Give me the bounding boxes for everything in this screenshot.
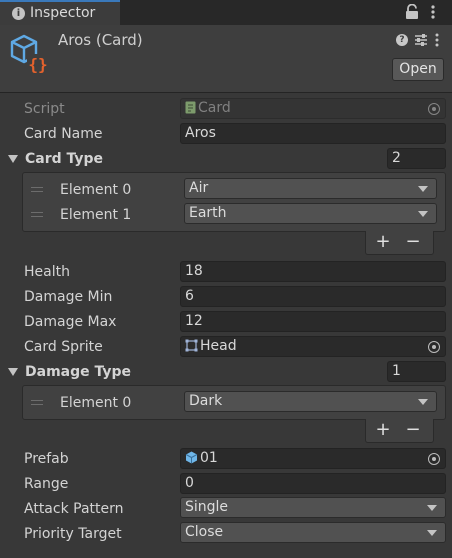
card-type-size-input[interactable]: 2	[387, 148, 446, 169]
priority-target-value: Close	[185, 524, 224, 540]
range-label: Range	[24, 476, 69, 492]
priority-target-label: Priority Target	[24, 526, 122, 542]
card-type-list-footer: + −	[365, 231, 434, 255]
card-type-remove-button[interactable]: −	[399, 231, 427, 253]
attack-pattern-value: Single	[185, 499, 229, 515]
card-type-element-0-value: Air	[189, 180, 209, 196]
script-value: Card	[198, 100, 231, 116]
card-name-label: Card Name	[24, 126, 103, 142]
card-type-element-1-value: Earth	[189, 205, 227, 221]
window-titlebar: i Inspector	[0, 0, 452, 25]
range-input[interactable]: 0	[180, 473, 446, 494]
damage-type-element-0-dropdown[interactable]: Dark	[184, 391, 437, 412]
attack-pattern-label: Attack Pattern	[24, 501, 124, 517]
lock-icon[interactable]	[405, 4, 419, 20]
object-title: Aros (Card)	[58, 31, 143, 49]
card-type-add-button[interactable]: +	[369, 231, 397, 253]
component-menu-icon[interactable]	[434, 33, 440, 47]
card-type-element-0-dropdown[interactable]: Air	[184, 178, 437, 199]
help-icon[interactable]: ?	[396, 34, 408, 46]
damage-max-label: Damage Max	[24, 314, 117, 330]
damage-type-list-footer: + −	[365, 419, 434, 443]
chevron-down-icon	[418, 211, 428, 217]
damage-min-label: Damage Min	[24, 289, 113, 305]
open-button[interactable]: Open	[392, 58, 444, 81]
priority-target-dropdown[interactable]: Close	[180, 522, 446, 543]
script-label: Script	[24, 101, 65, 117]
chevron-down-icon	[427, 530, 437, 536]
card-sprite-value: Head	[200, 338, 237, 354]
scriptable-object-icon: {}	[10, 34, 49, 74]
object-picker-icon	[428, 103, 440, 115]
card-sprite-field[interactable]: Head	[180, 336, 446, 357]
prefab-icon	[185, 451, 198, 464]
drag-handle-icon[interactable]	[31, 400, 43, 405]
damage-type-add-button[interactable]: +	[369, 419, 397, 441]
damage-type-foldout-icon[interactable]	[8, 368, 18, 376]
damage-type-size-input[interactable]: 1	[387, 361, 446, 382]
presets-icon[interactable]	[414, 33, 428, 47]
tab-inspector[interactable]: i Inspector	[0, 0, 120, 25]
damage-type-element-0-value: Dark	[189, 393, 223, 409]
chevron-down-icon	[418, 186, 428, 192]
svg-text:{}: {}	[28, 55, 47, 74]
drag-handle-icon[interactable]	[31, 212, 43, 217]
object-picker-icon[interactable]	[428, 453, 440, 465]
damage-type-label[interactable]: Damage Type	[25, 362, 131, 382]
attack-pattern-dropdown[interactable]: Single	[180, 497, 446, 518]
damage-min-input[interactable]: 6	[180, 286, 446, 307]
script-field: Card	[180, 98, 446, 119]
damage-type-remove-button[interactable]: −	[399, 419, 427, 441]
card-sprite-label: Card Sprite	[24, 339, 103, 355]
tab-inspector-label: Inspector	[30, 5, 96, 21]
inspector-header: {} Aros (Card) ? Open	[0, 25, 452, 93]
sprite-icon	[185, 339, 198, 352]
chevron-down-icon	[427, 505, 437, 511]
prefab-value: 01	[200, 450, 218, 466]
card-name-input[interactable]: Aros	[180, 123, 446, 144]
damage-type-element-0-label: Element 0	[60, 395, 132, 411]
card-type-list: Element 0 Air Element 1 Earth	[22, 172, 446, 232]
health-input[interactable]: 18	[180, 261, 446, 282]
card-type-element-0-label: Element 0	[60, 182, 132, 198]
prefab-label: Prefab	[24, 451, 69, 467]
drag-handle-icon[interactable]	[31, 187, 43, 192]
damage-type-list: Element 0 Dark	[22, 385, 446, 420]
health-label: Health	[24, 264, 70, 280]
card-type-label[interactable]: Card Type	[25, 149, 103, 169]
kebab-menu-icon[interactable]	[430, 4, 436, 20]
prefab-field[interactable]: 01	[180, 448, 446, 469]
script-file-icon	[185, 101, 196, 114]
card-type-element-1-label: Element 1	[60, 207, 132, 223]
card-type-element-1-dropdown[interactable]: Earth	[184, 203, 437, 224]
object-picker-icon[interactable]	[428, 341, 440, 353]
info-icon: i	[12, 7, 25, 20]
damage-max-input[interactable]: 12	[180, 311, 446, 332]
card-type-foldout-icon[interactable]	[8, 155, 18, 163]
chevron-down-icon	[418, 399, 428, 405]
